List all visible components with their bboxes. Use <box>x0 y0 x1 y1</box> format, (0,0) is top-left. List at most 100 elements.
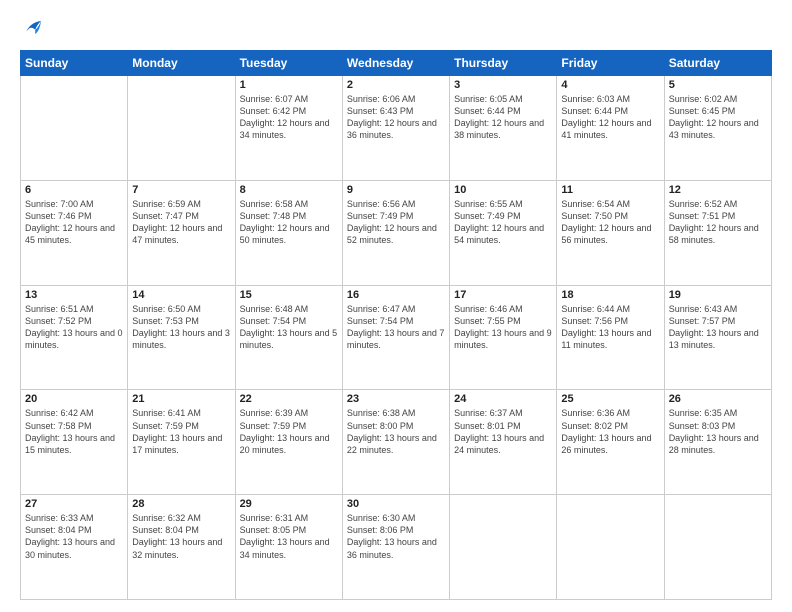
calendar-week-row: 27 Sunrise: 6:33 AM Sunset: 8:04 PM Dayli… <box>21 495 772 600</box>
calendar-cell: 4 Sunrise: 6:03 AM Sunset: 6:44 PM Daylig… <box>557 76 664 181</box>
weekday-header-row: SundayMondayTuesdayWednesdayThursdayFrid… <box>21 51 772 76</box>
calendar-cell: 20 Sunrise: 6:42 AM Sunset: 7:58 PM Dayli… <box>21 390 128 495</box>
weekday-header-thursday: Thursday <box>450 51 557 76</box>
calendar-cell: 12 Sunrise: 6:52 AM Sunset: 7:51 PM Dayli… <box>664 180 771 285</box>
cell-info: Sunrise: 7:00 AM Sunset: 7:46 PM Dayligh… <box>25 198 123 247</box>
weekday-header-saturday: Saturday <box>664 51 771 76</box>
cell-info: Sunrise: 6:07 AM Sunset: 6:42 PM Dayligh… <box>240 93 338 142</box>
day-number: 29 <box>240 498 338 510</box>
cell-info: Sunrise: 6:52 AM Sunset: 7:51 PM Dayligh… <box>669 198 767 247</box>
weekday-header-friday: Friday <box>557 51 664 76</box>
logo-bird-icon <box>22 18 44 40</box>
calendar-cell: 25 Sunrise: 6:36 AM Sunset: 8:02 PM Dayli… <box>557 390 664 495</box>
cell-info: Sunrise: 6:44 AM Sunset: 7:56 PM Dayligh… <box>561 303 659 352</box>
weekday-header-sunday: Sunday <box>21 51 128 76</box>
cell-info: Sunrise: 6:47 AM Sunset: 7:54 PM Dayligh… <box>347 303 445 352</box>
calendar-cell: 3 Sunrise: 6:05 AM Sunset: 6:44 PM Daylig… <box>450 76 557 181</box>
weekday-header-wednesday: Wednesday <box>342 51 449 76</box>
calendar-cell: 19Sunrise: 6:43 AM Sunset: 7:57 PM Dayli… <box>664 285 771 390</box>
day-number: 8 <box>240 184 338 196</box>
day-number: 9 <box>347 184 445 196</box>
calendar-cell: 30Sunrise: 6:30 AM Sunset: 8:06 PM Dayli… <box>342 495 449 600</box>
page: SundayMondayTuesdayWednesdayThursdayFrid… <box>0 0 792 612</box>
cell-info: Sunrise: 6:33 AM Sunset: 8:04 PM Dayligh… <box>25 512 123 561</box>
calendar-cell: 21 Sunrise: 6:41 AM Sunset: 7:59 PM Dayli… <box>128 390 235 495</box>
calendar-cell: 24 Sunrise: 6:37 AM Sunset: 8:01 PM Dayli… <box>450 390 557 495</box>
calendar-cell: 29 Sunrise: 6:31 AM Sunset: 8:05 PM Dayli… <box>235 495 342 600</box>
day-number: 7 <box>132 184 230 196</box>
day-number: 14 <box>132 289 230 301</box>
calendar-cell: 17 Sunrise: 6:46 AM Sunset: 7:55 PM Dayli… <box>450 285 557 390</box>
cell-info: Sunrise: 6:02 AM Sunset: 6:45 PM Dayligh… <box>669 93 767 142</box>
calendar-cell: 2 Sunrise: 6:06 AM Sunset: 6:43 PM Daylig… <box>342 76 449 181</box>
cell-info: Sunrise: 6:41 AM Sunset: 7:59 PM Dayligh… <box>132 407 230 456</box>
calendar-cell: 11Sunrise: 6:54 AM Sunset: 7:50 PM Dayli… <box>557 180 664 285</box>
cell-info: Sunrise: 6:38 AM Sunset: 8:00 PM Dayligh… <box>347 407 445 456</box>
cell-info: Sunrise: 6:37 AM Sunset: 8:01 PM Dayligh… <box>454 407 552 456</box>
cell-info: Sunrise: 6:46 AM Sunset: 7:55 PM Dayligh… <box>454 303 552 352</box>
day-number: 30 <box>347 498 445 510</box>
cell-info: Sunrise: 6:35 AM Sunset: 8:03 PM Dayligh… <box>669 407 767 456</box>
cell-info: Sunrise: 6:03 AM Sunset: 6:44 PM Dayligh… <box>561 93 659 142</box>
calendar-cell <box>450 495 557 600</box>
weekday-header-tuesday: Tuesday <box>235 51 342 76</box>
day-number: 24 <box>454 393 552 405</box>
day-number: 5 <box>669 79 767 91</box>
day-number: 27 <box>25 498 123 510</box>
calendar-cell: 16 Sunrise: 6:47 AM Sunset: 7:54 PM Dayli… <box>342 285 449 390</box>
day-number: 13 <box>25 289 123 301</box>
day-number: 25 <box>561 393 659 405</box>
calendar-cell: 1 Sunrise: 6:07 AM Sunset: 6:42 PM Daylig… <box>235 76 342 181</box>
calendar-cell: 10 Sunrise: 6:55 AM Sunset: 7:49 PM Dayli… <box>450 180 557 285</box>
cell-info: Sunrise: 6:48 AM Sunset: 7:54 PM Dayligh… <box>240 303 338 352</box>
cell-info: Sunrise: 6:59 AM Sunset: 7:47 PM Dayligh… <box>132 198 230 247</box>
cell-info: Sunrise: 6:05 AM Sunset: 6:44 PM Dayligh… <box>454 93 552 142</box>
calendar-week-row: 6Sunrise: 7:00 AM Sunset: 7:46 PM Daylig… <box>21 180 772 285</box>
cell-info: Sunrise: 6:32 AM Sunset: 8:04 PM Dayligh… <box>132 512 230 561</box>
day-number: 2 <box>347 79 445 91</box>
calendar-cell: 8 Sunrise: 6:58 AM Sunset: 7:48 PM Daylig… <box>235 180 342 285</box>
cell-info: Sunrise: 6:54 AM Sunset: 7:50 PM Dayligh… <box>561 198 659 247</box>
calendar-cell <box>664 495 771 600</box>
calendar-week-row: 20 Sunrise: 6:42 AM Sunset: 7:58 PM Dayli… <box>21 390 772 495</box>
calendar-table: SundayMondayTuesdayWednesdayThursdayFrid… <box>20 50 772 600</box>
cell-info: Sunrise: 6:36 AM Sunset: 8:02 PM Dayligh… <box>561 407 659 456</box>
cell-info: Sunrise: 6:55 AM Sunset: 7:49 PM Dayligh… <box>454 198 552 247</box>
day-number: 10 <box>454 184 552 196</box>
calendar-cell <box>128 76 235 181</box>
weekday-header-monday: Monday <box>128 51 235 76</box>
cell-info: Sunrise: 6:58 AM Sunset: 7:48 PM Dayligh… <box>240 198 338 247</box>
day-number: 28 <box>132 498 230 510</box>
day-number: 15 <box>240 289 338 301</box>
day-number: 16 <box>347 289 445 301</box>
cell-info: Sunrise: 6:42 AM Sunset: 7:58 PM Dayligh… <box>25 407 123 456</box>
cell-info: Sunrise: 6:06 AM Sunset: 6:43 PM Dayligh… <box>347 93 445 142</box>
day-number: 4 <box>561 79 659 91</box>
cell-info: Sunrise: 6:31 AM Sunset: 8:05 PM Dayligh… <box>240 512 338 561</box>
cell-info: Sunrise: 6:56 AM Sunset: 7:49 PM Dayligh… <box>347 198 445 247</box>
calendar-week-row: 1 Sunrise: 6:07 AM Sunset: 6:42 PM Daylig… <box>21 76 772 181</box>
cell-info: Sunrise: 6:51 AM Sunset: 7:52 PM Dayligh… <box>25 303 123 352</box>
calendar-cell: 28 Sunrise: 6:32 AM Sunset: 8:04 PM Dayli… <box>128 495 235 600</box>
day-number: 26 <box>669 393 767 405</box>
day-number: 12 <box>669 184 767 196</box>
day-number: 3 <box>454 79 552 91</box>
cell-info: Sunrise: 6:39 AM Sunset: 7:59 PM Dayligh… <box>240 407 338 456</box>
day-number: 20 <box>25 393 123 405</box>
day-number: 21 <box>132 393 230 405</box>
calendar-week-row: 13 Sunrise: 6:51 AM Sunset: 7:52 PM Dayli… <box>21 285 772 390</box>
cell-info: Sunrise: 6:43 AM Sunset: 7:57 PM Dayligh… <box>669 303 767 352</box>
day-number: 22 <box>240 393 338 405</box>
calendar-cell: 15 Sunrise: 6:48 AM Sunset: 7:54 PM Dayli… <box>235 285 342 390</box>
header <box>20 18 772 40</box>
calendar-cell: 9 Sunrise: 6:56 AM Sunset: 7:49 PM Daylig… <box>342 180 449 285</box>
logo <box>20 18 44 40</box>
day-number: 23 <box>347 393 445 405</box>
calendar-cell: 22 Sunrise: 6:39 AM Sunset: 7:59 PM Dayli… <box>235 390 342 495</box>
calendar-cell <box>21 76 128 181</box>
day-number: 1 <box>240 79 338 91</box>
day-number: 17 <box>454 289 552 301</box>
calendar-cell: 18Sunrise: 6:44 AM Sunset: 7:56 PM Dayli… <box>557 285 664 390</box>
calendar-cell: 7 Sunrise: 6:59 AM Sunset: 7:47 PM Daylig… <box>128 180 235 285</box>
calendar-cell: 23 Sunrise: 6:38 AM Sunset: 8:00 PM Dayli… <box>342 390 449 495</box>
